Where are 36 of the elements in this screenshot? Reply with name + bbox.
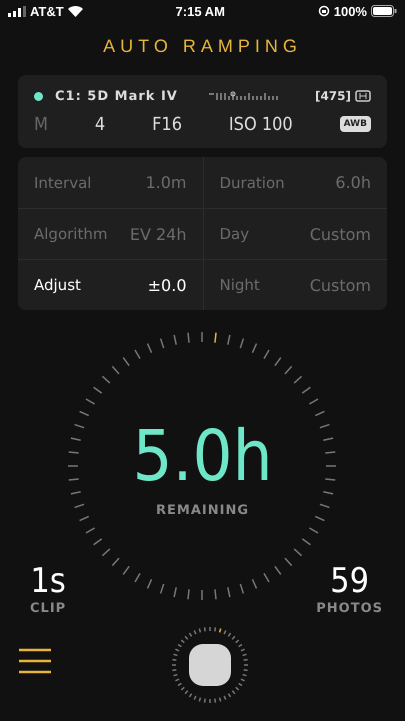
parameter-label: Day bbox=[220, 225, 250, 243]
signal-icon bbox=[8, 6, 26, 16]
wifi-icon bbox=[68, 6, 83, 16]
wb-mode-tag[interactable]: AWB bbox=[340, 116, 371, 132]
menu-icon[interactable] bbox=[19, 648, 51, 674]
clip-label: CLIP bbox=[30, 601, 66, 616]
photo-count: 59 bbox=[330, 561, 370, 601]
parameter-value: 6.0h bbox=[335, 173, 371, 192]
parameter-value: Custom bbox=[310, 276, 371, 294]
parameter-value: 1.0m bbox=[145, 173, 186, 192]
exposure-setting[interactable]: F16 bbox=[152, 114, 182, 134]
parameter-label: Algorithm bbox=[34, 225, 108, 243]
parameter-cell[interactable]: Adjust ±0.0 bbox=[18, 259, 202, 310]
rotation-lock-icon bbox=[318, 5, 330, 17]
battery-percent: 100% bbox=[334, 4, 367, 18]
photos-label: PHOTOS bbox=[316, 601, 383, 616]
parameter-label: Duration bbox=[220, 174, 285, 192]
clip-length: 1s bbox=[30, 561, 66, 601]
remaining-time: 5.0h bbox=[132, 414, 273, 496]
parameter-value: ±0.0 bbox=[148, 276, 186, 294]
exposure-setting[interactable]: 4 bbox=[94, 114, 106, 134]
battery-icon bbox=[370, 5, 397, 17]
clock-time: 7:15 AM bbox=[176, 4, 225, 18]
parameter-value: Custom bbox=[310, 224, 371, 244]
exposure-setting[interactable]: ISO 100 bbox=[228, 114, 293, 134]
screen-title: AUTO RAMPING bbox=[102, 36, 303, 57]
remaining-label: REMAINING bbox=[156, 502, 249, 518]
camera-name: C1: 5D Mark IV bbox=[55, 88, 178, 104]
parameter-label: Interval bbox=[34, 174, 92, 192]
shutter-button[interactable] bbox=[172, 627, 248, 703]
parameter-label: Night bbox=[220, 276, 260, 294]
parameter-label: Adjust bbox=[34, 276, 81, 294]
parameter-value: EV 24h bbox=[130, 224, 186, 244]
shots-remaining: [475] bbox=[314, 89, 351, 103]
carrier-name: AT&T bbox=[30, 4, 64, 18]
battery-grip-icon bbox=[355, 90, 371, 102]
